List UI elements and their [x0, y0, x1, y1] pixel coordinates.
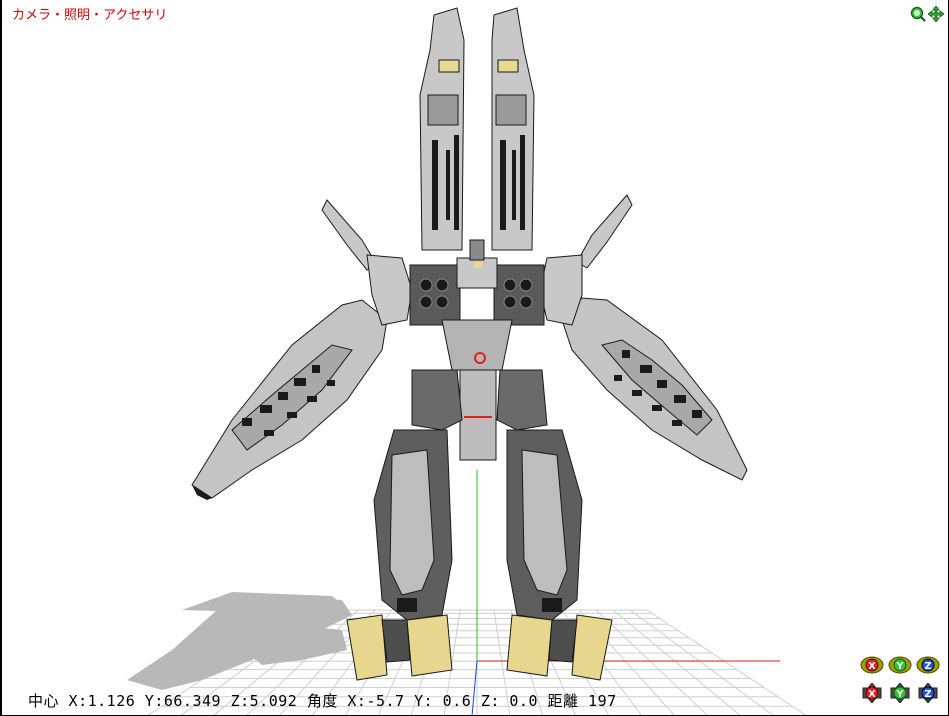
3d-viewport[interactable]: カメラ・照明・アクセサリ 中心 X:1.126 Y:66.349 Z:5.092… [0, 0, 949, 716]
center-y-value: Y:66.349 [144, 692, 222, 710]
angle-x-value: X:-5.7 [347, 692, 405, 710]
left-cannon [419, 7, 465, 251]
move-y-label: Y [895, 689, 904, 700]
scene-canvas[interactable] [2, 0, 949, 716]
move-icon[interactable] [927, 5, 945, 23]
angle-label: 角度 [306, 692, 338, 710]
zoom-icon[interactable] [910, 6, 926, 22]
distance-label: 距離 [547, 692, 579, 710]
move-z-button[interactable]: Z [916, 683, 940, 703]
angle-y-value: Y: 0.6 [414, 692, 472, 710]
angle-z-value: Z: 0.0 [480, 692, 538, 710]
move-y-button[interactable]: Y [888, 683, 912, 703]
axis-buttons: X Y Z X Y Z [860, 655, 944, 711]
move-x-label: X [868, 689, 876, 700]
rotate-z-button[interactable]: Z [916, 655, 940, 675]
center-z-value: Z:5.092 [230, 692, 298, 710]
camera-status-line: 中心 X:1.126 Y:66.349 Z:5.092 角度 X:-5.7 Y:… [28, 690, 617, 711]
move-z-label: Z [924, 689, 931, 700]
center-x-value: X:1.126 [68, 692, 136, 710]
distance-value: 197 [588, 692, 617, 710]
view-tools [910, 5, 945, 23]
right-arm [539, 194, 748, 481]
model-shadow [127, 592, 352, 690]
center-label: 中心 [28, 692, 60, 710]
rotate-x-label: X [868, 661, 876, 672]
right-leg [496, 369, 613, 681]
rotate-y-button[interactable]: Y [888, 655, 912, 675]
mecha-model[interactable] [191, 7, 748, 681]
rotate-z-label: Z [924, 661, 931, 672]
left-arm [191, 199, 413, 500]
rotate-x-button[interactable]: X [860, 655, 884, 675]
right-cannon [491, 7, 535, 251]
camera-light-accessory-mode-label[interactable]: カメラ・照明・アクセサリ [12, 4, 167, 23]
left-leg [346, 369, 463, 681]
move-x-button[interactable]: X [860, 683, 884, 703]
rotate-y-label: Y [895, 661, 904, 672]
